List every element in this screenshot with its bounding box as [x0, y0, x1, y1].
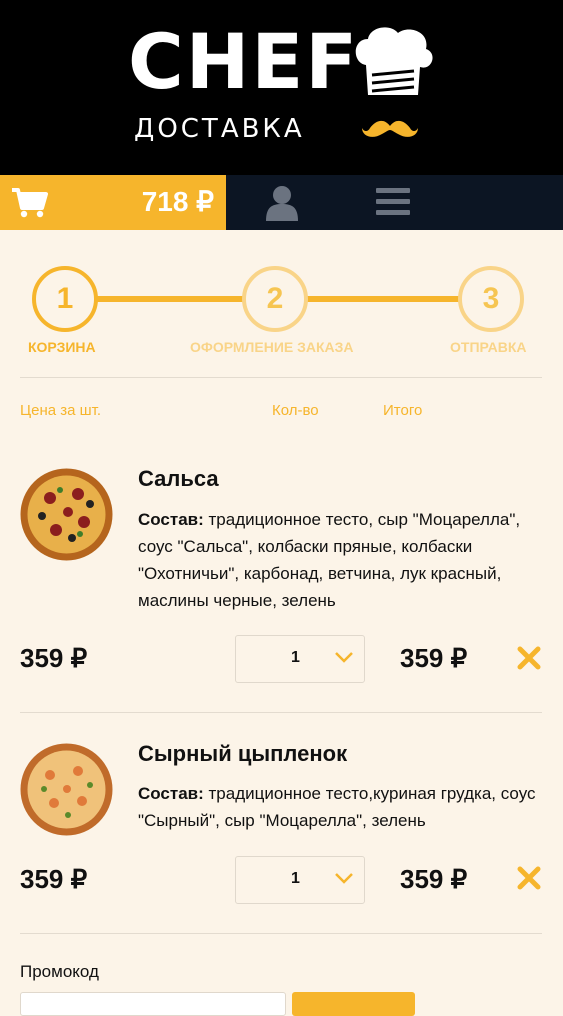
composition-label: Состав: [138, 510, 204, 529]
divider [20, 933, 542, 934]
divider [20, 377, 542, 378]
quantity-select[interactable]: 1 [235, 635, 365, 683]
promo-input[interactable] [20, 992, 286, 1016]
remove-item-icon[interactable] [517, 646, 541, 670]
step-1-circle[interactable]: 1 [32, 266, 98, 332]
column-header-total: Итого [383, 402, 423, 419]
item-composition: Состав: традиционное тесто,куриная грудк… [138, 780, 548, 834]
pizza-image [20, 468, 113, 561]
mustache-icon [362, 120, 418, 137]
step-1-label: КОРЗИНА [28, 339, 96, 355]
logo-subtitle: ДОСТАВКА [134, 114, 305, 144]
promo-label: Промокод [20, 962, 99, 981]
chevron-down-icon [335, 873, 353, 884]
item-name: Сырный цыпленок [138, 741, 348, 766]
item-total: 359 ₽ [400, 864, 468, 894]
logo-text: CHEF [128, 17, 360, 106]
step-2-circle[interactable]: 2 [242, 266, 308, 332]
item-price: 359 ₽ [20, 643, 88, 673]
item-price: 359 ₽ [20, 864, 88, 894]
chef-hat-icon [355, 27, 433, 95]
step-connector [300, 296, 470, 302]
cart-icon [12, 188, 48, 218]
divider [20, 712, 542, 713]
cart-total: 718 ₽ [141, 186, 214, 217]
item-total: 359 ₽ [400, 643, 468, 673]
step-3-label: ОТПРАВКА [450, 339, 527, 355]
column-header-price: Цена за шт. [20, 402, 102, 419]
nav-bar: 718 ₽ [0, 175, 563, 230]
pizza-image [20, 743, 113, 836]
item-composition: Состав: традиционное тесто, сыр "Моцарел… [138, 506, 548, 614]
chevron-down-icon [335, 652, 353, 663]
cart-button[interactable]: 718 ₽ [0, 175, 226, 230]
step-connector [90, 296, 250, 302]
step-2-label: ОФОРМЛЕНИЕ ЗАКАЗА [190, 339, 354, 355]
user-icon[interactable] [266, 185, 298, 221]
site-header: CHEF ДОСТАВКА [0, 0, 563, 175]
item-name: Сальса [138, 466, 219, 491]
quantity-value: 1 [291, 649, 300, 666]
step-3-circle[interactable]: 3 [458, 266, 524, 332]
column-header-qty: Кол-во [272, 402, 319, 419]
quantity-value: 1 [291, 870, 300, 887]
composition-label: Состав: [138, 784, 204, 803]
checkout-steps: 1 2 3 КОРЗИНА ОФОРМЛЕНИЕ ЗАКАЗА ОТПРАВКА [0, 262, 563, 362]
quantity-select[interactable]: 1 [235, 856, 365, 904]
promo-apply-button[interactable] [292, 992, 415, 1016]
menu-icon[interactable] [376, 188, 410, 216]
remove-item-icon[interactable] [517, 866, 541, 890]
